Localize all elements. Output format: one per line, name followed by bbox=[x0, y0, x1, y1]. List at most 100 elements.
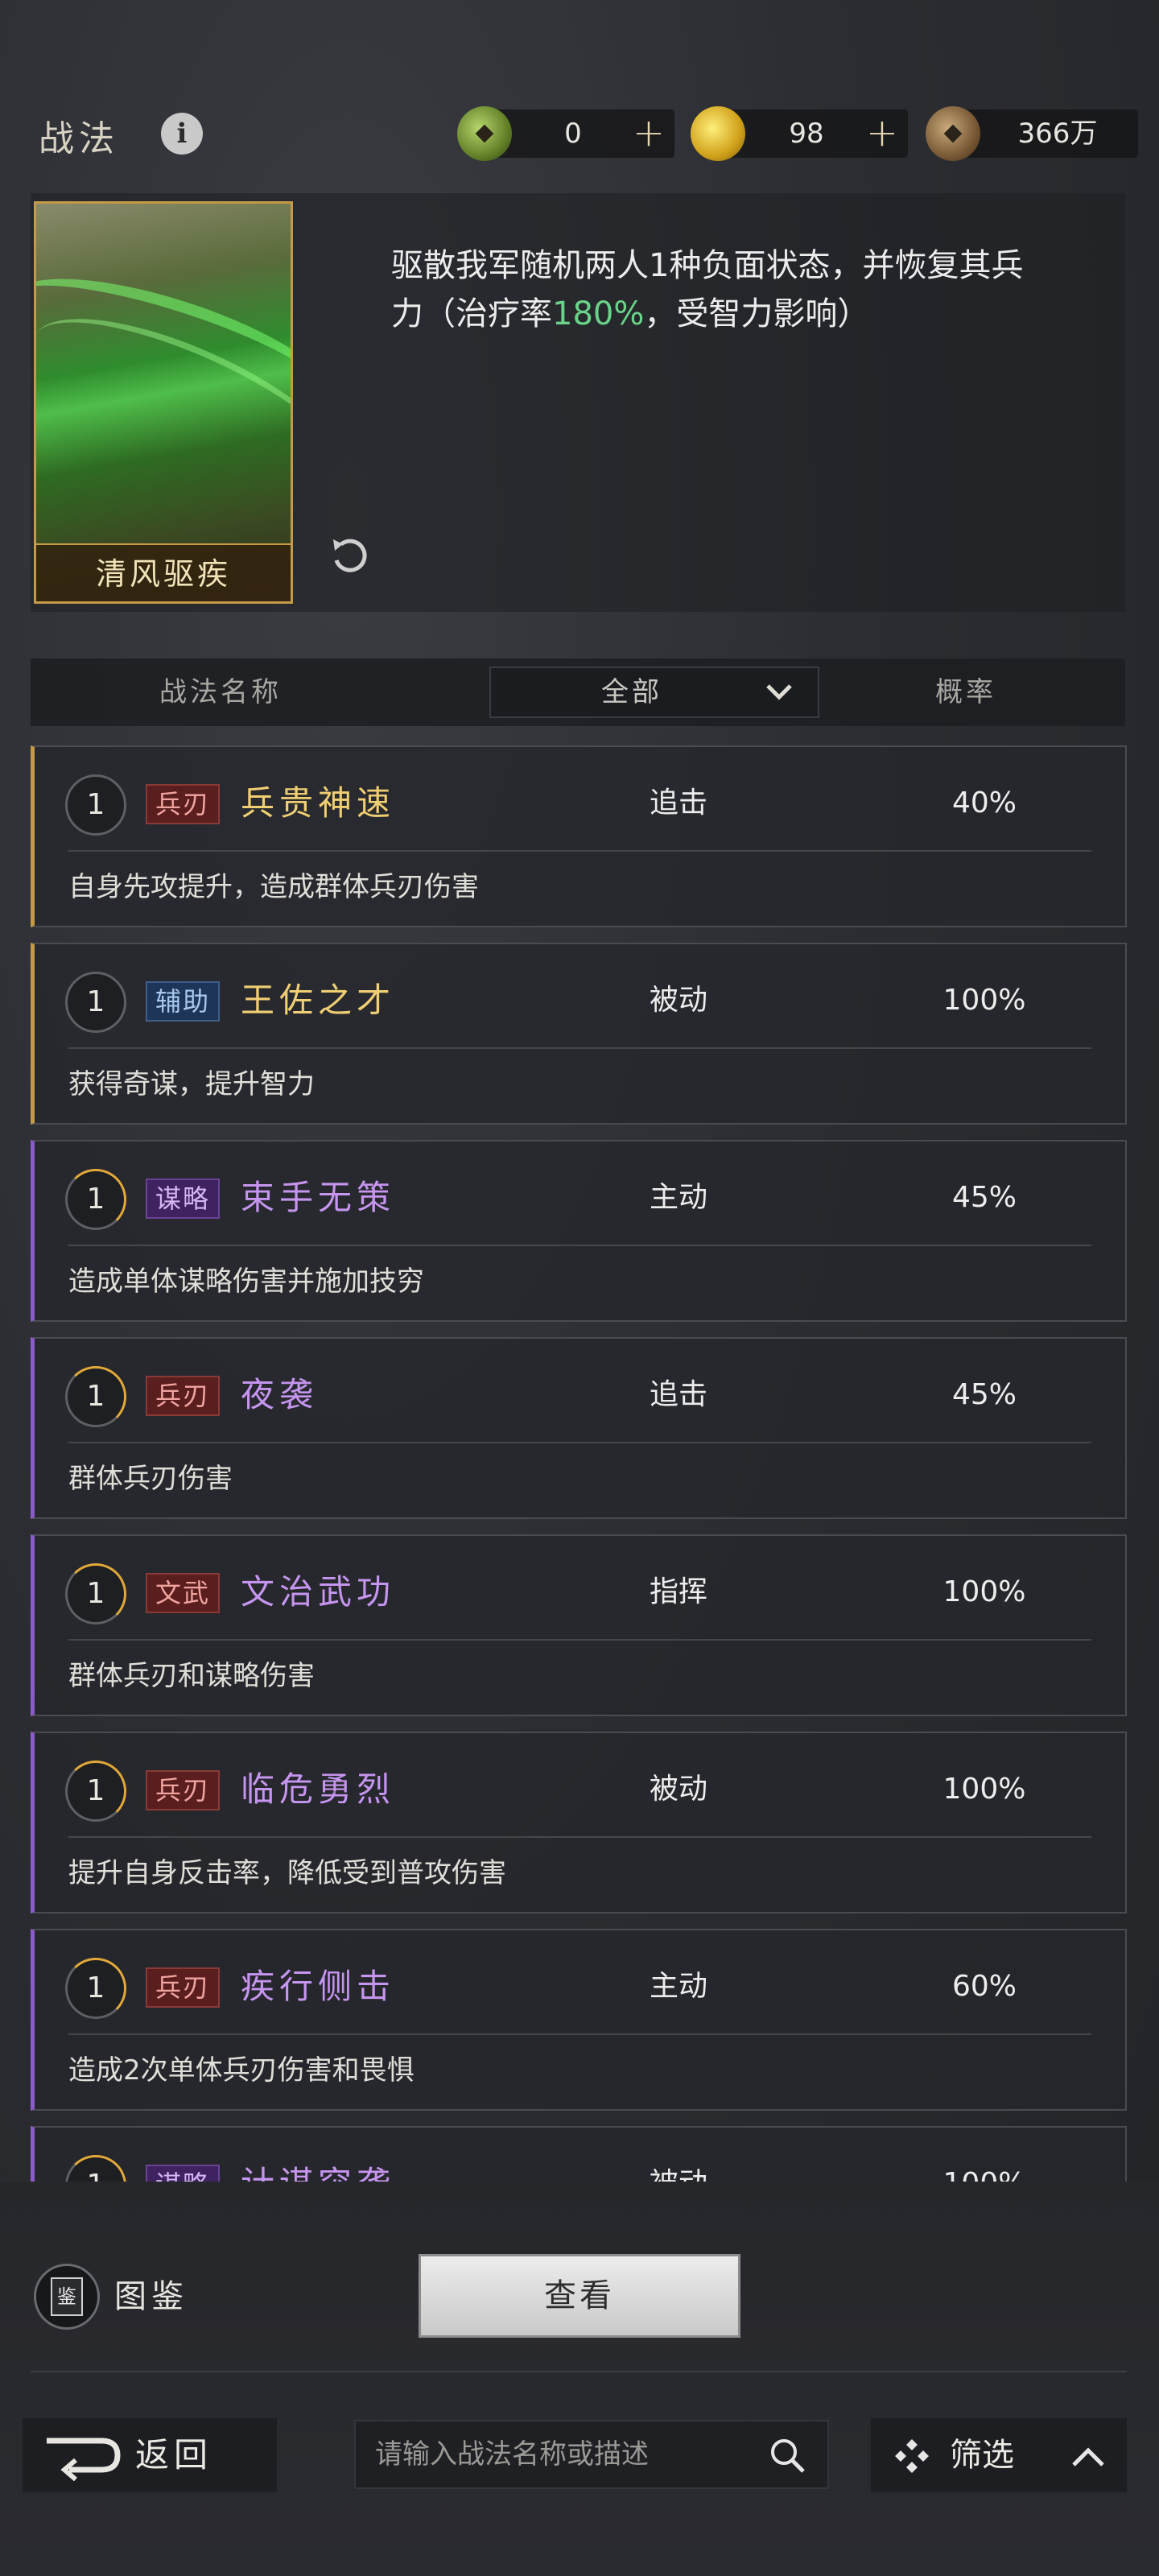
level-indicator: 1 bbox=[65, 1761, 126, 1822]
skill-summary: 群体兵刃和谋略伤害 bbox=[68, 1660, 315, 1692]
category-badge: 兵刃 bbox=[146, 784, 221, 824]
filter-button[interactable]: 筛选 bbox=[871, 2418, 1127, 2492]
skill-name: 临危勇烈 bbox=[241, 1769, 396, 1809]
type-filter-dropdown[interactable]: 全部 bbox=[489, 667, 819, 718]
column-rate-label: 概率 bbox=[935, 676, 996, 708]
back-label: 返回 bbox=[135, 2435, 213, 2475]
skill-rate: 45% bbox=[951, 1181, 1017, 1214]
divider bbox=[68, 1639, 1091, 1641]
divider bbox=[68, 1442, 1091, 1443]
add-gold-button[interactable]: + bbox=[864, 109, 900, 156]
skill-type: 被动 bbox=[649, 984, 707, 1017]
bottom-panel bbox=[0, 2182, 1159, 2576]
skill-rate: 100% bbox=[904, 2160, 1065, 2182]
chevron-up-icon[interactable] bbox=[1067, 2436, 1109, 2478]
skill-type: 被动 bbox=[598, 2160, 759, 2182]
skill-description: 驱散我军随机两人1种负面状态，并恢复其兵力（治疗率180%，受智力影响） bbox=[391, 247, 1024, 332]
jade-coin-icon bbox=[457, 106, 512, 161]
divider bbox=[68, 1047, 1091, 1049]
add-jade-button[interactable]: + bbox=[631, 109, 666, 156]
skill-summary: 造成单体谋略伤害并施加技穷 bbox=[68, 1265, 424, 1298]
heal-rate-value: 180% bbox=[552, 295, 645, 332]
search-input[interactable] bbox=[375, 2421, 753, 2487]
currency-jade: 0 + bbox=[457, 106, 674, 161]
skill-type: 主动 bbox=[649, 1970, 707, 2003]
category-badge: 辅助 bbox=[146, 981, 221, 1022]
skill-rate: 100% bbox=[942, 1575, 1026, 1608]
skill-summary: 自身先攻提升，造成群体兵刃伤害 bbox=[68, 871, 479, 903]
skill-name: 束手无策 bbox=[241, 1178, 396, 1217]
skill-type: 主动 bbox=[649, 1181, 707, 1214]
divider bbox=[68, 2033, 1091, 2035]
level-indicator: 1 bbox=[65, 972, 126, 1033]
codex-icon[interactable]: 鉴 bbox=[34, 2264, 100, 2330]
currency-value: 366万 bbox=[1017, 118, 1098, 150]
info-icon[interactable]: i bbox=[161, 113, 203, 155]
currency-value: 0 bbox=[564, 118, 582, 150]
skill-name: 计谋突袭 bbox=[241, 2160, 395, 2182]
skill-type: 追击 bbox=[649, 1378, 707, 1411]
search-icon[interactable] bbox=[766, 2434, 808, 2476]
skill-type: 追击 bbox=[649, 786, 707, 819]
skill-rate: 100% bbox=[942, 984, 1026, 1017]
list-item[interactable]: 1 兵刃 夜袭 追击 45% 群体兵刃伤害 bbox=[31, 1337, 1127, 1519]
skill-summary: 提升自身反击率，降低受到普攻伤害 bbox=[68, 1857, 506, 1889]
divider bbox=[68, 850, 1091, 852]
rotate-icon[interactable] bbox=[327, 533, 373, 580]
skill-summary: 获得奇谋，提升智力 bbox=[68, 1068, 315, 1100]
list-item[interactable]: 1 兵刃 临危勇烈 被动 100% 提升自身反击率，降低受到普攻伤害 bbox=[31, 1732, 1127, 1913]
view-button[interactable]: 查看 bbox=[419, 2254, 740, 2338]
skill-summary: 造成2次单体兵刃伤害和畏惧 bbox=[68, 2054, 415, 2087]
skill-rate: 60% bbox=[951, 1970, 1017, 2003]
category-badge: 谋略 bbox=[146, 1179, 221, 1219]
skill-card[interactable]: 清风驱疾 bbox=[34, 201, 293, 604]
gold-coin-icon bbox=[691, 106, 745, 161]
search-box[interactable] bbox=[354, 2420, 829, 2489]
divider bbox=[68, 1836, 1091, 1838]
list-item[interactable]: 1 谋略 束手无策 主动 45% 造成单体谋略伤害并施加技穷 bbox=[31, 1140, 1127, 1322]
category-badge: 文武 bbox=[146, 1573, 221, 1613]
list-item[interactable]: 1 兵刃 疾行侧击 主动 60% 造成2次单体兵刃伤害和畏惧 bbox=[31, 1929, 1127, 2111]
list-item[interactable]: 1 谋略 计谋突袭 被动 100% bbox=[31, 2126, 1127, 2182]
skill-rate: 100% bbox=[942, 1773, 1026, 1806]
divider bbox=[31, 2371, 1127, 2372]
category-badge: 兵刃 bbox=[146, 1967, 221, 2008]
filter-value: 全部 bbox=[601, 676, 662, 708]
skill-name: 王佐之才 bbox=[241, 980, 396, 1020]
page-title: 战法 bbox=[39, 118, 119, 159]
list-item[interactable]: 1 辅助 王佐之才 被动 100% 获得奇谋，提升智力 bbox=[31, 943, 1127, 1125]
filter-label: 筛选 bbox=[950, 2437, 1014, 2474]
skill-list[interactable]: 1 兵刃 兵贵神速 追击 40% 自身先攻提升，造成群体兵刃伤害 1 辅助 王佐… bbox=[31, 745, 1127, 2182]
currency-value: 98 bbox=[789, 118, 824, 150]
skill-rate: 40% bbox=[951, 786, 1017, 819]
copper-coin-icon bbox=[926, 106, 980, 161]
skill-name: 兵贵神速 bbox=[241, 783, 396, 823]
level-indicator: 1 bbox=[65, 1563, 126, 1624]
level-indicator: 1 bbox=[65, 1169, 126, 1230]
skill-name: 夜袭 bbox=[241, 1375, 319, 1414]
level-indicator: 1 bbox=[65, 1958, 126, 2019]
level-indicator: 1 bbox=[65, 1366, 126, 1427]
category-badge: 兵刃 bbox=[146, 1770, 221, 1810]
skill-card-name: 清风驱疾 bbox=[36, 543, 291, 601]
currency-gold: 98 + bbox=[691, 106, 908, 161]
skill-type: 指挥 bbox=[649, 1575, 707, 1608]
category-badge: 兵刃 bbox=[146, 1376, 221, 1416]
filter-icon bbox=[892, 2436, 932, 2476]
level-indicator: 1 bbox=[65, 774, 126, 836]
list-header: 战法名称 全部 概率 bbox=[31, 658, 1125, 726]
category-badge: 谋略 bbox=[146, 2165, 221, 2182]
list-item[interactable]: 1 文武 文治武功 指挥 100% 群体兵刃和谋略伤害 bbox=[31, 1534, 1127, 1716]
chevron-down-icon bbox=[763, 676, 795, 708]
skill-rate: 45% bbox=[951, 1378, 1017, 1411]
skill-name: 疾行侧击 bbox=[241, 1967, 396, 2006]
back-arrow-icon bbox=[37, 2429, 126, 2482]
back-button[interactable]: 返回 bbox=[23, 2418, 277, 2492]
level-indicator: 1 bbox=[65, 2155, 126, 2182]
skill-summary: 群体兵刃伤害 bbox=[68, 1463, 233, 1495]
currency-copper: 366万 bbox=[926, 106, 1138, 161]
codex-label[interactable]: 图鉴 bbox=[114, 2272, 188, 2322]
list-item[interactable]: 1 兵刃 兵贵神速 追击 40% 自身先攻提升，造成群体兵刃伤害 bbox=[31, 745, 1127, 927]
skill-type: 被动 bbox=[649, 1773, 707, 1806]
skill-name: 文治武功 bbox=[241, 1572, 396, 1612]
